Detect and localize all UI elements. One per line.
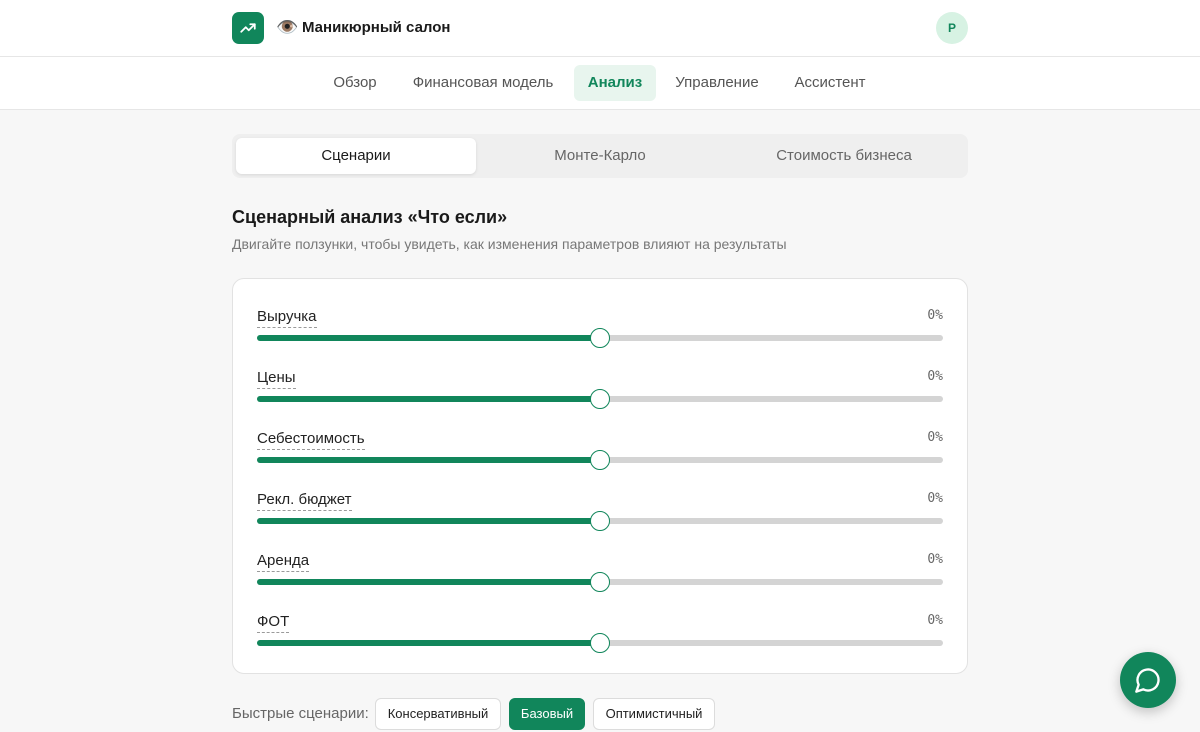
slider-fill (257, 335, 600, 341)
slider-fill (257, 579, 600, 585)
slider-thumb[interactable] (590, 572, 610, 592)
slider-fill (257, 396, 600, 402)
slider-track[interactable] (257, 572, 943, 592)
nav-tab-financial-model[interactable]: Финансовая модель (400, 65, 566, 101)
sliders-card: Выручка 0% Цены 0% Себестоимость 0% Рекл… (232, 278, 968, 674)
slider-label[interactable]: ФОТ (257, 613, 290, 633)
slider-track[interactable] (257, 389, 943, 409)
slider-fill (257, 457, 600, 463)
conservative-scenario-button[interactable]: Консервативный (375, 698, 501, 730)
nav-tab-overview[interactable]: Обзор (318, 65, 392, 101)
slider-label[interactable]: Аренда (257, 552, 310, 572)
section-title: Сценарный анализ «Что если» (232, 207, 508, 227)
app-title: Маникюрный салон (302, 19, 451, 36)
section-subtitle: Двигайте ползунки, чтобы увидеть, как из… (232, 236, 787, 252)
optimistic-scenario-button[interactable]: Оптимистичный (593, 698, 715, 730)
slider-row-rent: Аренда 0% (257, 552, 943, 602)
nav-tab-management[interactable]: Управление (664, 65, 770, 101)
base-scenario-button[interactable]: Базовый (509, 698, 585, 730)
slider-track[interactable] (257, 511, 943, 531)
slider-value: 0% (927, 552, 943, 567)
subtab-business-value[interactable]: Стоимость бизнеса (724, 138, 964, 174)
slider-label[interactable]: Цены (257, 369, 296, 389)
app-emoji-icon: 👁️ (276, 17, 299, 38)
slider-thumb[interactable] (590, 389, 610, 409)
slider-fill (257, 640, 600, 646)
slider-row-cost: Себестоимость 0% (257, 430, 943, 480)
trending-up-icon (240, 23, 256, 33)
slider-track[interactable] (257, 450, 943, 470)
app-logo[interactable] (232, 12, 264, 44)
slider-thumb[interactable] (590, 450, 610, 470)
quick-scenarios-label: Быстрые сценарии: (232, 705, 369, 722)
chat-button[interactable] (1120, 652, 1176, 708)
slider-thumb[interactable] (590, 328, 610, 348)
slider-row-ad-budget: Рекл. бюджет 0% (257, 491, 943, 541)
main-nav: Обзор Финансовая модель Анализ Управлени… (0, 57, 1200, 110)
slider-row-revenue: Выручка 0% (257, 308, 943, 358)
slider-label[interactable]: Выручка (257, 308, 317, 328)
user-avatar[interactable]: Р (936, 12, 968, 44)
slider-track[interactable] (257, 633, 943, 653)
slider-fill (257, 518, 600, 524)
slider-track[interactable] (257, 328, 943, 348)
slider-label[interactable]: Себестоимость (257, 430, 365, 450)
slider-value: 0% (927, 430, 943, 445)
chat-bubble-icon (1135, 668, 1160, 693)
top-bar: 👁️ Маникюрный салон Р (0, 0, 1200, 57)
slider-thumb[interactable] (590, 511, 610, 531)
slider-value: 0% (927, 613, 943, 628)
slider-row-prices: Цены 0% (257, 369, 943, 419)
subtab-monte-carlo[interactable]: Монте-Карло (480, 138, 720, 174)
slider-row-payroll: ФОТ 0% (257, 613, 943, 663)
slider-value: 0% (927, 369, 943, 384)
slider-value: 0% (927, 308, 943, 323)
slider-value: 0% (927, 491, 943, 506)
slider-thumb[interactable] (590, 633, 610, 653)
nav-tab-assistant[interactable]: Ассистент (780, 65, 880, 101)
analysis-subtabs: Сценарии Монте-Карло Стоимость бизнеса (232, 134, 968, 178)
subtab-scenarios[interactable]: Сценарии (236, 138, 476, 174)
slider-label[interactable]: Рекл. бюджет (257, 491, 352, 511)
nav-tab-analysis[interactable]: Анализ (574, 65, 656, 101)
